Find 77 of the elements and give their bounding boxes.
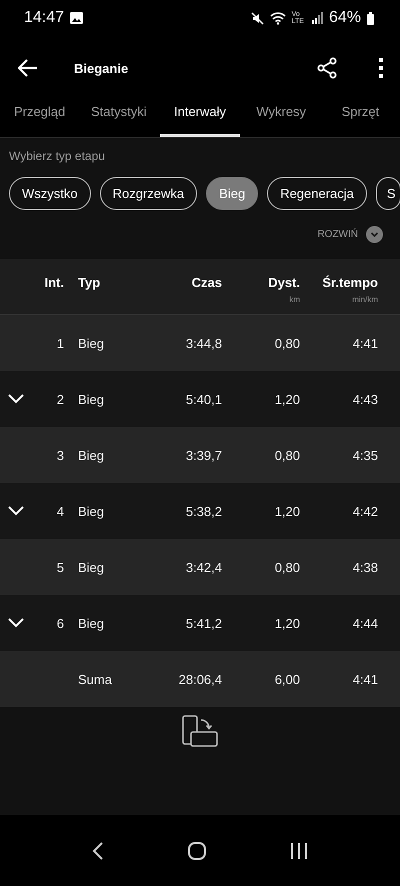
table-cell-text: Bieg: [77, 504, 106, 518]
table-cell-text: 3: [56, 448, 64, 462]
chevron-down-icon[interactable]: [8, 394, 24, 404]
column-header: Śr.tempo: [322, 275, 378, 290]
table-cell-text: Bieg: [77, 560, 106, 574]
table-cell-text: 4:41: [352, 336, 378, 350]
column-unit: min/km: [352, 295, 378, 304]
table-cell-text: 5: [56, 560, 64, 574]
tab[interactable]: Sprzęt: [320, 100, 400, 137]
table-cell-text: 4:38: [352, 560, 378, 574]
column-header: Czas: [192, 275, 222, 290]
signal-icon: [312, 12, 323, 24]
tab[interactable]: Przegląd: [0, 100, 80, 137]
filter-chip[interactable]: Regeneracja: [267, 177, 367, 210]
table-row[interactable]: 2 Bieg 5:40,1 1,20 4:43: [0, 371, 400, 427]
chevron-down-icon[interactable]: [8, 618, 24, 628]
table-row[interactable]: 5 Bieg 3:42,4 0,80 4:38: [0, 539, 400, 595]
table-cell-text: 4:44: [352, 616, 378, 630]
nav-back-button[interactable]: [92, 842, 104, 860]
mute-icon: [250, 12, 264, 24]
home-button[interactable]: [188, 842, 206, 860]
table-row[interactable]: 4 Bieg 5:38,2 1,20 4:42: [0, 483, 400, 539]
table-cell-text: 4:43: [352, 392, 378, 406]
clock-time: 14:47: [24, 9, 64, 27]
battery-icon: [367, 12, 374, 24]
filter-chip[interactable]: Bieg: [206, 177, 258, 210]
table-cell-text: Suma: [77, 672, 113, 686]
table-cell-text: 3:39,7: [184, 448, 222, 462]
tab[interactable]: Statystyki: [79, 100, 158, 137]
table-cell-text: 1,20: [274, 504, 300, 518]
table-cell-text: 3:42,4: [184, 560, 222, 574]
table-cell-text: 3:44,8: [184, 336, 222, 350]
table-row[interactable]: 3 Bieg 3:39,7 0,80 4:35: [0, 427, 400, 483]
chevron-down-icon[interactable]: [8, 506, 24, 516]
column-header: Dyst.: [268, 275, 300, 290]
expand-all-button[interactable]: ROZWIŃ: [317, 226, 383, 243]
table-cell-text: Bieg: [77, 392, 106, 406]
table-cell-text: 0,80: [274, 448, 300, 462]
column-header: Typ: [78, 275, 100, 290]
back-button[interactable]: [18, 59, 38, 77]
table-cell-text: 4:41: [352, 672, 378, 686]
column-unit: km: [289, 295, 300, 304]
table-cell-text: Bieg: [77, 336, 106, 350]
wifi-icon: [270, 12, 286, 24]
filter-chip[interactable]: Rozgrzewka: [100, 177, 198, 210]
battery-percent: 64%: [328, 9, 361, 27]
table-cell-text: 2: [56, 392, 64, 406]
more-options-button[interactable]: [378, 58, 384, 78]
table-row[interactable]: 1 Bieg 3:44,8 0,80 4:41: [0, 315, 400, 371]
screen-title: Bieganie: [74, 60, 128, 76]
table-cell-text: 1: [56, 336, 64, 350]
filter-label: Wybierz typ etapu: [8, 148, 106, 163]
table-cell-text: 4:35: [352, 448, 378, 462]
column-header: Int.: [44, 275, 64, 290]
table-cell-text: 5:41,2: [184, 616, 222, 630]
table-cell-text: 4: [56, 504, 64, 518]
table-cell-text: 0,80: [274, 336, 300, 350]
table-cell-text: 1,20: [274, 616, 300, 630]
recent-apps-button[interactable]: [290, 842, 308, 860]
filter-chip[interactable]: Wszystko: [9, 177, 91, 210]
tab[interactable]: Wykresy: [242, 100, 321, 137]
image-icon: [70, 12, 84, 24]
filter-chip[interactable]: S: [376, 177, 400, 210]
tab[interactable]: Interwały: [160, 100, 240, 137]
share-button[interactable]: [316, 57, 338, 79]
table-cell-text: 5:40,1: [184, 392, 222, 406]
table-cell-text: 6: [56, 616, 64, 630]
table-row[interactable]: 6 Bieg 5:41,2 1,20 4:44: [0, 595, 400, 651]
table-cell-text: 28:06,4: [178, 672, 222, 686]
table-cell-text: 4:42: [352, 504, 378, 518]
table-cell-text: 6,00: [274, 672, 300, 686]
table-cell-text: 5:38,2: [184, 504, 222, 518]
table-cell-text: Bieg: [77, 616, 106, 630]
table-cell-text: 1,20: [274, 392, 300, 406]
table-cell-text: 0,80: [274, 560, 300, 574]
rotate-screen-icon[interactable]: [182, 715, 218, 747]
table-cell-text: Bieg: [77, 448, 106, 462]
